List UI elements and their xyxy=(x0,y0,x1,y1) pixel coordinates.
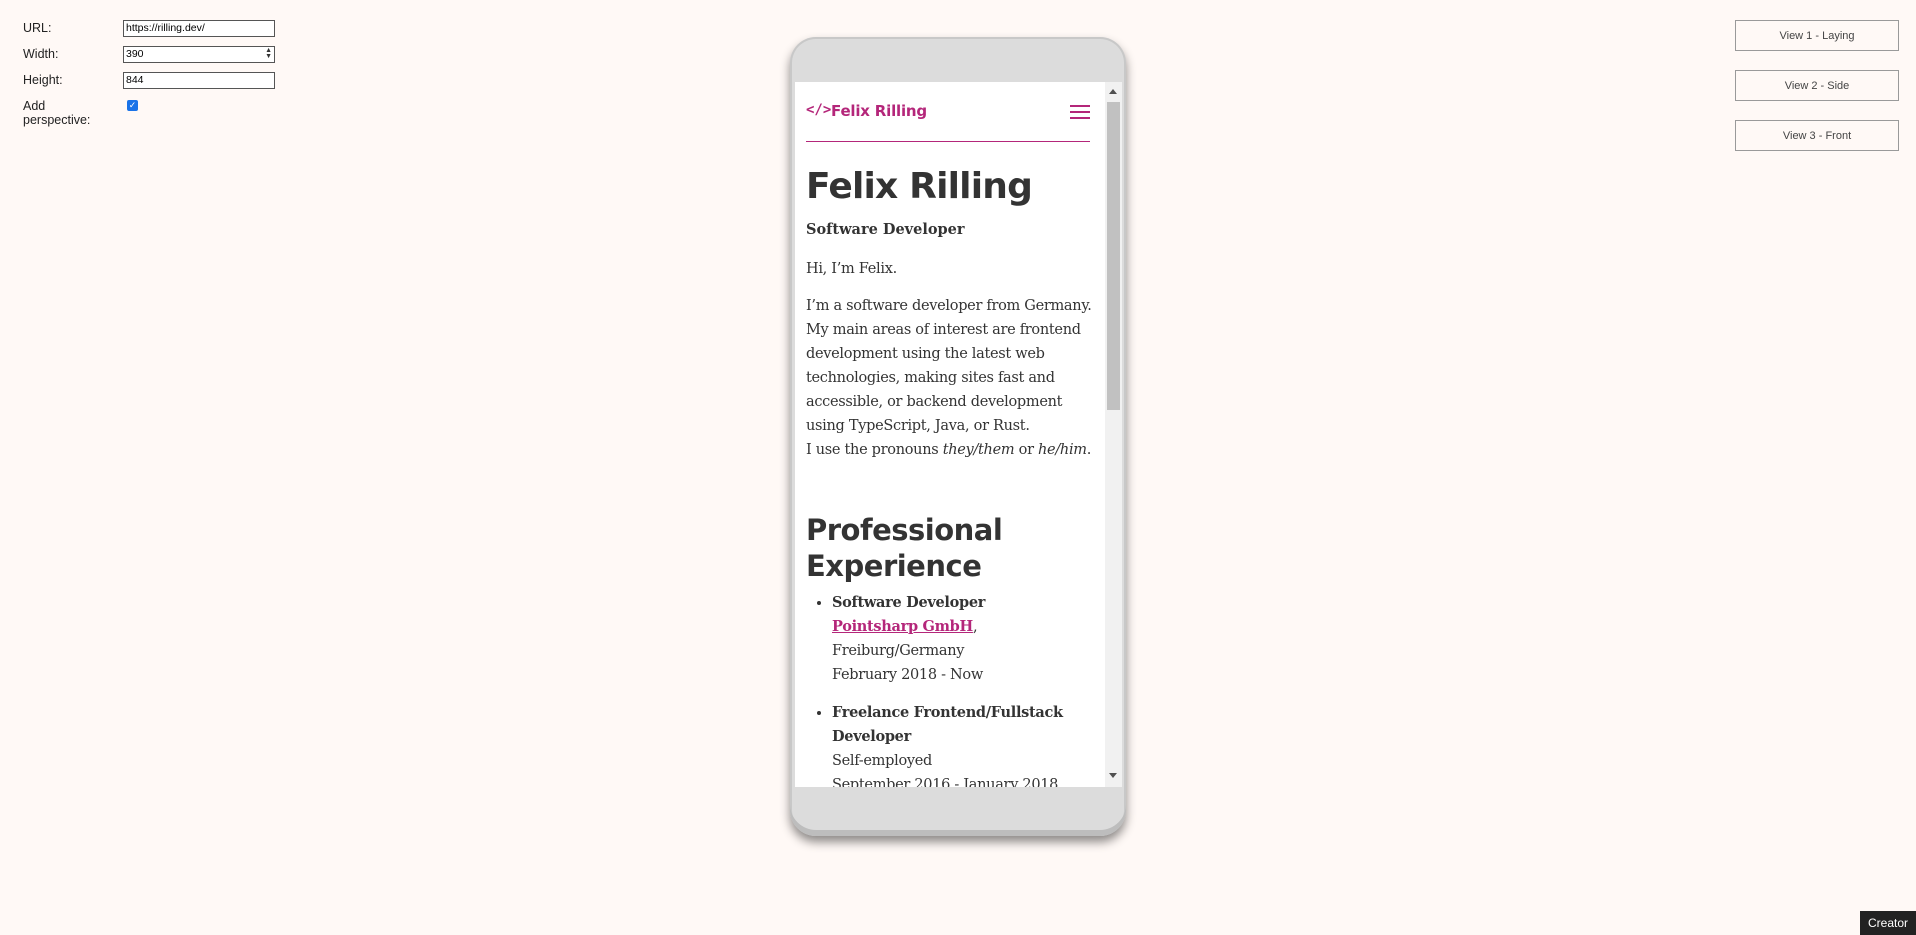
exp-role: Software Developer xyxy=(832,594,986,611)
site-logo-text[interactable]: Felix Rilling xyxy=(831,102,927,120)
phone-screen: </> Felix Rilling Felix Rilling Software… xyxy=(795,82,1122,787)
view-2-button[interactable]: View 2 - Side xyxy=(1735,70,1899,101)
perspective-checkbox[interactable]: ✓ xyxy=(127,100,138,111)
scroll-up-icon[interactable] xyxy=(1109,89,1117,94)
height-label: Height: xyxy=(23,73,63,87)
url-label: URL: xyxy=(23,21,52,35)
website-page: </> Felix Rilling Felix Rilling Software… xyxy=(806,82,1092,787)
hero-title: Felix Rilling xyxy=(806,166,1033,207)
pronoun-they: they/them xyxy=(942,442,1015,458)
perspective-label: Add perspective: xyxy=(23,99,91,127)
intro-line-1: I’m a software developer from Germany. xyxy=(806,298,1092,314)
width-label: Width: xyxy=(23,47,59,61)
view-1-button[interactable]: View 1 - Laying xyxy=(1735,20,1899,51)
experience-list: Software Developer Pointsharp GmbH, Frei… xyxy=(806,591,1122,787)
exp-company: Self-employed xyxy=(832,753,933,769)
hero-subtitle: Software Developer xyxy=(806,221,965,238)
pronoun-suffix: . xyxy=(1086,442,1092,458)
intro-paragraph: I’m a software developer from Germany. M… xyxy=(806,294,1096,462)
scroll-down-icon[interactable] xyxy=(1109,773,1117,778)
width-value: 390 xyxy=(126,48,144,60)
menu-icon[interactable] xyxy=(1070,105,1090,120)
exp-dates: February 2018 - Now xyxy=(832,667,983,683)
exp-role: Freelance Frontend/Fullstack Developer xyxy=(832,704,1063,745)
intro-line-2: My main areas of interest are frontend d… xyxy=(806,322,1081,434)
exp-dates: September 2016 - January 2018 xyxy=(832,777,1059,787)
view-buttons: View 1 - Laying View 2 - Side View 3 - F… xyxy=(1735,20,1899,170)
pronoun-he: he/him xyxy=(1038,442,1087,458)
spinner-icon[interactable]: ▲ ▼ xyxy=(265,47,272,60)
height-input[interactable]: 844 xyxy=(123,72,275,89)
page-scrollbar[interactable] xyxy=(1105,82,1122,787)
list-item: Freelance Frontend/Fullstack Developer S… xyxy=(832,701,1122,787)
code-icon[interactable]: </> xyxy=(806,102,831,118)
pronoun-prefix: I use the pronouns xyxy=(806,442,943,458)
width-input[interactable]: 390 ▲ ▼ xyxy=(123,46,275,63)
view-3-button[interactable]: View 3 - Front xyxy=(1735,120,1899,151)
pronoun-or: or xyxy=(1014,442,1039,458)
scroll-thumb[interactable] xyxy=(1107,102,1120,410)
exp-location: Freiburg/Germany xyxy=(832,643,965,659)
url-input[interactable]: https://rilling.dev/ xyxy=(123,20,275,37)
company-link[interactable]: Pointsharp GmbH xyxy=(832,618,973,635)
phone-frame: </> Felix Rilling Felix Rilling Software… xyxy=(790,37,1126,836)
creator-button[interactable]: Creator xyxy=(1860,911,1916,935)
site-header: </> Felix Rilling xyxy=(806,82,1090,142)
experience-heading: Professional Experience xyxy=(806,513,1003,583)
list-item: Software Developer Pointsharp GmbH, Frei… xyxy=(832,591,1122,687)
exp-comma: , xyxy=(972,619,978,635)
greeting-text: Hi, I’m Felix. xyxy=(806,261,897,277)
